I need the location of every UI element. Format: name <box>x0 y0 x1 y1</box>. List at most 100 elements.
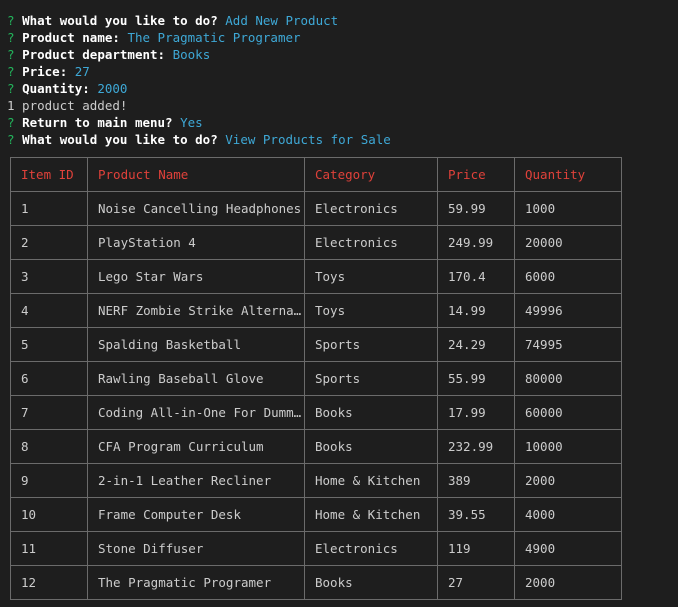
cell-quantity: 74995 <box>514 327 622 362</box>
cell-item-id: 6 <box>10 361 88 396</box>
header-price: Price <box>437 157 515 192</box>
products-table: Item ID Product Name Category Price Quan… <box>10 157 622 600</box>
cell-quantity: 4900 <box>514 531 622 566</box>
cell-category: Books <box>304 429 438 464</box>
cell-product-name: Noise Cancelling Headphones <box>87 191 305 226</box>
cell-category: Toys <box>304 293 438 328</box>
cell-price: 389 <box>437 463 515 498</box>
table-row: 3 Lego Star Wars Toys 170.4 6000 <box>10 259 622 294</box>
output-message: 1 product added! <box>7 98 128 113</box>
cell-quantity: 80000 <box>514 361 622 396</box>
prompt-line-price: ? Price: 27 <box>7 63 90 80</box>
cell-price: 119 <box>437 531 515 566</box>
cell-item-id: 3 <box>10 259 88 294</box>
question-mark: ? <box>7 132 15 147</box>
prompt-answer: 27 <box>74 64 90 79</box>
prompt-answer: Add New Product <box>225 13 339 28</box>
cell-category: Electronics <box>304 191 438 226</box>
table-row: 4 NERF Zombie Strike Alternat… Toys 14.9… <box>10 293 622 328</box>
question-mark: ? <box>7 13 15 28</box>
cell-quantity: 2000 <box>514 463 622 498</box>
prompt-question: What would you like to do? <box>22 13 218 28</box>
question-mark: ? <box>7 30 15 45</box>
table-header-row: Item ID Product Name Category Price Quan… <box>10 157 622 192</box>
header-quantity: Quantity <box>514 157 622 192</box>
prompt-answer: 2000 <box>97 81 128 96</box>
prompt-question: Product department: <box>22 47 166 62</box>
table-row: 7 Coding All-in-One For Dummi… Books 17.… <box>10 395 622 430</box>
prompt-question: Quantity: <box>22 81 90 96</box>
prompt-answer: Books <box>172 47 211 62</box>
cell-product-name: CFA Program Curriculum <box>87 429 305 464</box>
cell-item-id: 1 <box>10 191 88 226</box>
cell-quantity: 2000 <box>514 565 622 600</box>
cell-item-id: 7 <box>10 395 88 430</box>
cell-product-name: Rawling Baseball Glove <box>87 361 305 396</box>
cell-category: Sports <box>304 361 438 396</box>
cell-price: 27 <box>437 565 515 600</box>
cell-product-name: Lego Star Wars <box>87 259 305 294</box>
prompt-line-department: ? Product department: Books <box>7 46 210 63</box>
question-mark: ? <box>7 47 15 62</box>
prompt-answer: View Products for Sale <box>225 132 391 147</box>
question-mark: ? <box>7 115 15 130</box>
prompt-question: Product name: <box>22 30 120 45</box>
table-row: 2 PlayStation 4 Electronics 249.99 20000 <box>10 225 622 260</box>
prompt-line-action: ? What would you like to do? Add New Pro… <box>7 12 338 29</box>
cell-price: 17.99 <box>437 395 515 430</box>
terminal-output: ? What would you like to do? Add New Pro… <box>0 0 678 607</box>
question-mark: ? <box>7 64 15 79</box>
table-row: 12 The Pragmatic Programer Books 27 2000 <box>10 565 622 600</box>
cell-product-name: Frame Computer Desk <box>87 497 305 532</box>
cell-quantity: 20000 <box>514 225 622 260</box>
header-item-id: Item ID <box>10 157 88 192</box>
cell-price: 249.99 <box>437 225 515 260</box>
prompt-line-action-2: ? What would you like to do? View Produc… <box>7 131 391 148</box>
table-row: 10 Frame Computer Desk Home & Kitchen 39… <box>10 497 622 532</box>
cell-item-id: 5 <box>10 327 88 362</box>
prompt-line-return-menu: ? Return to main menu? Yes <box>7 114 203 131</box>
cell-item-id: 2 <box>10 225 88 260</box>
prompt-answer: Yes <box>180 115 203 130</box>
cell-item-id: 9 <box>10 463 88 498</box>
cell-item-id: 10 <box>10 497 88 532</box>
cell-category: Books <box>304 565 438 600</box>
cell-price: 14.99 <box>437 293 515 328</box>
table-row: 6 Rawling Baseball Glove Sports 55.99 80… <box>10 361 622 396</box>
prompt-question: What would you like to do? <box>22 132 218 147</box>
table-row: 1 Noise Cancelling Headphones Electronic… <box>10 191 622 226</box>
cell-category: Electronics <box>304 225 438 260</box>
cell-item-id: 8 <box>10 429 88 464</box>
prompt-answer: The Pragmatic Programer <box>127 30 301 45</box>
cell-product-name: The Pragmatic Programer <box>87 565 305 600</box>
cell-category: Home & Kitchen <box>304 497 438 532</box>
prompt-line-product-name: ? Product name: The Pragmatic Programer <box>7 29 301 46</box>
cell-item-id: 12 <box>10 565 88 600</box>
cell-quantity: 1000 <box>514 191 622 226</box>
cell-category: Home & Kitchen <box>304 463 438 498</box>
header-product-name: Product Name <box>87 157 305 192</box>
cell-quantity: 10000 <box>514 429 622 464</box>
cell-quantity: 60000 <box>514 395 622 430</box>
cell-price: 55.99 <box>437 361 515 396</box>
prompt-question: Price: <box>22 64 68 79</box>
cell-item-id: 11 <box>10 531 88 566</box>
cell-product-name: PlayStation 4 <box>87 225 305 260</box>
cell-quantity: 4000 <box>514 497 622 532</box>
cell-product-name: Stone Diffuser <box>87 531 305 566</box>
cell-category: Books <box>304 395 438 430</box>
table-row: 5 Spalding Basketball Sports 24.29 74995 <box>10 327 622 362</box>
cell-product-name: Spalding Basketball <box>87 327 305 362</box>
cell-category: Toys <box>304 259 438 294</box>
cell-price: 59.99 <box>437 191 515 226</box>
prompt-line-quantity: ? Quantity: 2000 <box>7 80 127 97</box>
cell-category: Sports <box>304 327 438 362</box>
prompt-question: Return to main menu? <box>22 115 173 130</box>
cell-item-id: 4 <box>10 293 88 328</box>
cell-product-name: Coding All-in-One For Dummi… <box>87 395 305 430</box>
cell-price: 232.99 <box>437 429 515 464</box>
cell-quantity: 6000 <box>514 259 622 294</box>
cell-price: 39.55 <box>437 497 515 532</box>
cell-product-name: 2-in-1 Leather Recliner <box>87 463 305 498</box>
question-mark: ? <box>7 81 15 96</box>
